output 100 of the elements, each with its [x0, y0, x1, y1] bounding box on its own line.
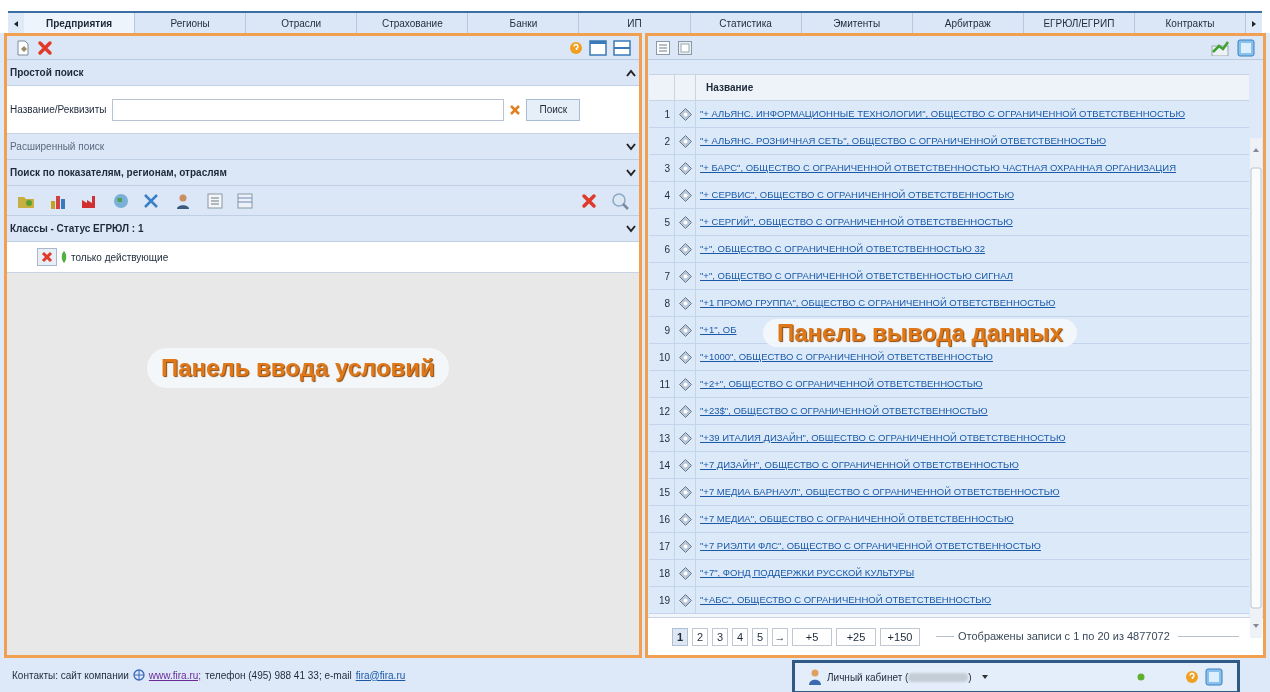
company-link[interactable]: "+23$", ОБЩЕСТВО С ОГРАНИЧЕННОЙ ОТВЕТСТВЕННОСТЬЮ [700, 403, 988, 419]
company-link[interactable]: "+ АЛЬЯНС. ИНФОРМАЦИОННЫЕ ТЕХНОЛОГИИ", ОБЩЕСТВО С ОГРАНИЧЕННОЙ ОТВЕТСТВЕННОСТЬЮ [700, 106, 1186, 122]
diamond-icon[interactable] [678, 512, 692, 526]
company-link[interactable]: "+1000", ОБЩЕСТВО С ОГРАНИЧЕННОЙ ОТВЕТСТВЕННОСТЬЮ [700, 349, 993, 365]
diamond-icon[interactable] [678, 566, 692, 580]
page-button[interactable]: 4 [732, 627, 748, 646]
chevron-down-icon[interactable] [626, 142, 636, 151]
page-button[interactable]: 2 [692, 627, 708, 646]
company-link[interactable]: "+", ОБЩЕСТВО С ОГРАНИЧЕННОЙ ОТВЕТСТВЕННОСТЬЮ 32 [700, 241, 986, 257]
tab[interactable]: Статистика [690, 13, 802, 33]
diamond-icon[interactable] [678, 377, 692, 391]
company-link[interactable]: "+7 МЕДИА БАРНАУЛ", ОБЩЕСТВО С ОГРАНИЧЕННОЙ ОТВЕТСТВЕННОСТЬЮ [700, 484, 1060, 500]
page-button[interactable]: 5 [752, 627, 768, 646]
section-header[interactable]: Классы - Статус ЕГРЮЛ : 1 [7, 216, 639, 242]
window-icon[interactable] [589, 39, 607, 56]
company-link[interactable]: "+1", ОБ [700, 322, 737, 338]
scrollbar[interactable] [1250, 138, 1262, 638]
email-link[interactable]: fira@fira.ru [355, 667, 406, 683]
company-link[interactable]: "+7 МЕДИА", ОБЩЕСТВО С ОГРАНИЧЕННОЙ ОТВЕТСТВЕННОСТЬЮ [700, 511, 1014, 527]
tab[interactable]: Страхование [357, 13, 469, 33]
diamond-icon[interactable] [678, 350, 692, 364]
tab[interactable]: ЕГРЮЛ/ЕГРИП [1023, 13, 1135, 33]
company-link[interactable]: "+ СЕРГИЙ", ОБЩЕСТВО С ОГРАНИЧЕННОЙ ОТВЕТСТВЕННОСТЬЮ [700, 214, 1013, 230]
chevron-up-icon[interactable] [626, 68, 636, 77]
diamond-icon[interactable] [678, 215, 692, 229]
jump-button[interactable]: +150 [880, 627, 920, 646]
diamond-icon[interactable] [678, 431, 692, 445]
company-link[interactable]: "+", ОБЩЕСТВО С ОГРАНИЧЕННОЙ ОТВЕТСТВЕННОСТЬЮ СИГНАЛ [700, 268, 1013, 284]
row-number: 2 [649, 128, 675, 154]
tab[interactable]: Регионы [135, 13, 247, 33]
close-icon[interactable] [37, 39, 53, 56]
contacts-text: Контакты: сайт компании www.fira.ru; телефон (495) 988 41 33; e-mail fira@fira.ru [12, 667, 406, 683]
diamond-icon[interactable] [678, 593, 692, 607]
document-icon[interactable] [15, 39, 31, 56]
company-link[interactable]: "+2+", ОБЩЕСТВО С ОГРАНИЧЕННОЙ ОТВЕТСТВЕННОСТЬЮ [700, 376, 983, 392]
page-button[interactable]: 1 [672, 627, 688, 646]
status-icon [60, 251, 68, 263]
list-view-icon[interactable] [656, 40, 670, 55]
company-link[interactable]: "+7 РИЭЛТИ ФЛС", ОБЩЕСТВО С ОГРАНИЧЕННОЙ ОТВЕТСТВЕННОСТЬЮ [700, 538, 1041, 554]
section-header[interactable]: Простой поиск [7, 60, 639, 86]
chevron-down-icon[interactable] [626, 224, 636, 233]
company-link[interactable]: "+АБС", ОБЩЕСТВО С ОГРАНИЧЕННОЙ ОТВЕТСТВЕННОСТЬЮ [700, 592, 992, 608]
diamond-icon[interactable] [678, 269, 692, 283]
overlay-label: Панель ввода условий [147, 348, 449, 388]
tab[interactable]: Банки [468, 13, 580, 33]
clear-icon[interactable] [581, 192, 597, 209]
remove-button[interactable] [37, 248, 57, 266]
company-link[interactable]: "+1 ПРОМО ГРУППА", ОБЩЕСТВО С ОГРАНИЧЕННОЙ ОТВЕТСТВЕННОСТЬЮ [700, 295, 1056, 311]
diamond-icon[interactable] [678, 404, 692, 418]
section-header[interactable]: Расширенный поиск [7, 134, 639, 160]
clear-icon[interactable] [510, 104, 521, 115]
chevron-down-icon[interactable] [626, 168, 636, 177]
diamond-icon[interactable] [678, 323, 692, 337]
diamond-icon[interactable] [678, 107, 692, 121]
split-view-icon[interactable] [613, 39, 631, 56]
jump-button[interactable]: +5 [792, 627, 832, 646]
tab[interactable]: Отрасли [246, 13, 358, 33]
next-page-button[interactable]: → [772, 627, 788, 646]
tab[interactable]: Контракты [1134, 13, 1247, 33]
website-link[interactable]: www.fira.ru; [148, 667, 202, 683]
tab[interactable]: Предприятия [24, 13, 136, 33]
company-link[interactable]: "+ БАРС", ОБЩЕСТВО С ОГРАНИЧЕННОЙ ОТВЕТСТВЕННОСТЬЮ ЧАСТНАЯ ОХРАННАЯ ОРГАНИЗАЦИЯ [700, 160, 1176, 176]
diamond-icon[interactable] [678, 161, 692, 175]
search-field[interactable] [112, 98, 505, 121]
row-number: 10 [649, 344, 675, 370]
filter-label: только действующие [71, 250, 169, 265]
section-title: Поиск по показателям, регионам, отраслям [10, 166, 228, 180]
diamond-icon[interactable] [678, 458, 692, 472]
row-number: 15 [649, 479, 675, 505]
card-view-icon[interactable] [678, 40, 692, 55]
row-number: 19 [649, 587, 675, 613]
row-number: 8 [649, 290, 675, 316]
tab[interactable]: Эмитенты [801, 13, 913, 33]
globe-icon[interactable] [113, 192, 129, 209]
diamond-icon[interactable] [678, 485, 692, 499]
company-link[interactable]: "+7 ДИЗАЙН", ОБЩЕСТВО С ОГРАНИЧЕННОЙ ОТВЕТСТВЕННОСТЬЮ [700, 457, 1019, 473]
tab[interactable]: ИП [579, 13, 691, 33]
company-link[interactable]: "+ СЕРВИС", ОБЩЕСТВО С ОГРАНИЧЕННОЙ ОТВЕТСТВЕННОСТЬЮ [700, 187, 1015, 203]
company-link[interactable]: "+7", ФОНД ПОДДЕРЖКИ РУССКОЙ КУЛЬТУРЫ [700, 565, 915, 581]
search-label: Название/Реквизиты [10, 103, 107, 117]
diamond-icon[interactable] [678, 242, 692, 256]
row-number: 9 [649, 317, 675, 343]
fullscreen-icon[interactable] [1205, 668, 1223, 686]
jump-button[interactable]: +25 [836, 627, 876, 646]
row-number: 3 [649, 155, 675, 181]
diamond-icon[interactable] [678, 539, 692, 553]
search-icon[interactable] [611, 191, 629, 210]
export-chart-icon[interactable] [1211, 39, 1229, 56]
page-button[interactable]: 3 [712, 627, 728, 646]
diamond-icon[interactable] [678, 296, 692, 310]
diamond-icon[interactable] [678, 134, 692, 148]
fullscreen-icon[interactable] [1237, 38, 1255, 57]
row-number: 7 [649, 263, 675, 289]
search-button[interactable]: Поиск [526, 98, 581, 121]
company-link[interactable]: "+ АЛЬЯНС. РОЗНИЧНАЯ СЕТЬ", ОБЩЕСТВО С ОГРАНИЧЕННОЙ ОТВЕТСТВЕННОСТЬЮ [700, 133, 1107, 149]
tab[interactable]: Арбитраж [912, 13, 1024, 33]
section-header[interactable]: Поиск по показателям, регионам, отраслям [7, 160, 639, 186]
diamond-icon[interactable] [678, 188, 692, 202]
company-link[interactable]: "+39 ИТАЛИЯ ДИЗАЙН", ОБЩЕСТВО С ОГРАНИЧЕННОЙ ОТВЕТСТВЕННОСТЬЮ [700, 430, 1066, 446]
account-menu[interactable]: Личный кабинет ( ) [827, 669, 990, 685]
